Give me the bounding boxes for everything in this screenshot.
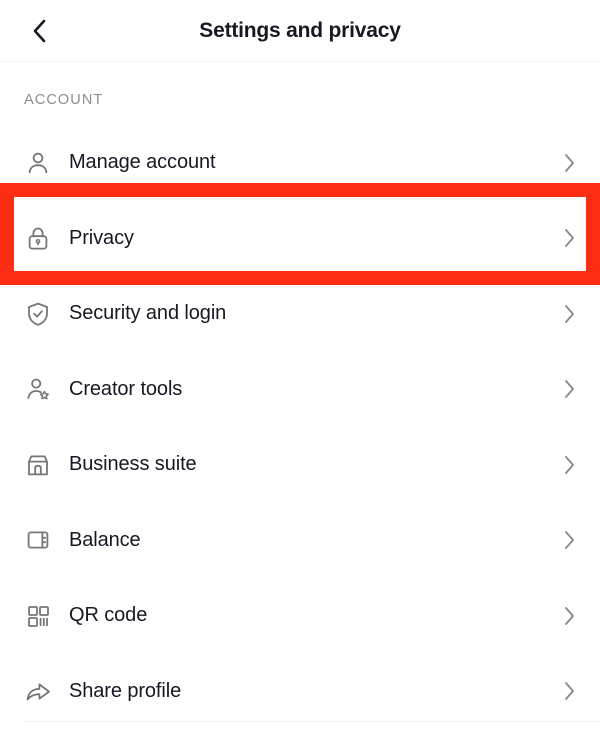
list-item-label: Privacy [69,226,134,249]
list-item-security-and-login[interactable]: Security and login [0,276,600,352]
settings-screen: Settings and privacy ACCOUNT Manage acco… [0,0,600,744]
chevron-right-icon [554,605,576,627]
chevron-right-icon [554,454,576,476]
list-item-privacy[interactable]: Privacy [0,200,600,276]
list-item-label: Share profile [69,679,182,702]
list-item-creator-tools[interactable]: Creator tools [0,351,600,427]
list-item-manage-account[interactable]: Manage account [0,125,600,201]
section-label-account: ACCOUNT [24,92,104,108]
list-item-label: Manage account [69,151,216,174]
list-item-label: Business suite [69,453,197,476]
list-item-qr-code[interactable]: QR code [0,578,600,654]
person-star-icon [24,375,58,403]
page-title: Settings and privacy [199,18,401,42]
wallet-icon [24,526,58,554]
app-header: Settings and privacy [0,0,600,62]
list-item-share-profile[interactable]: Share profile [0,653,600,729]
chevron-right-icon [554,152,576,174]
chevron-right-icon [554,303,576,325]
qr-code-icon [24,602,58,630]
settings-list: Manage account Privacy Security and logi… [0,125,600,729]
lock-icon [24,224,58,252]
list-item-label: Security and login [69,302,227,325]
storefront-icon [24,451,58,479]
list-item-label: QR code [69,604,148,627]
list-item-label: Creator tools [69,377,183,400]
list-item-label: Balance [69,528,141,551]
chevron-right-icon [554,529,576,551]
share-arrow-icon [24,677,58,705]
chevron-right-icon [554,378,576,400]
list-item-balance[interactable]: Balance [0,502,600,578]
list-item-business-suite[interactable]: Business suite [0,427,600,503]
person-icon [24,149,58,177]
chevron-right-icon [554,227,576,249]
shield-check-icon [24,300,58,328]
list-bottom-divider [24,721,600,722]
chevron-right-icon [554,680,576,702]
